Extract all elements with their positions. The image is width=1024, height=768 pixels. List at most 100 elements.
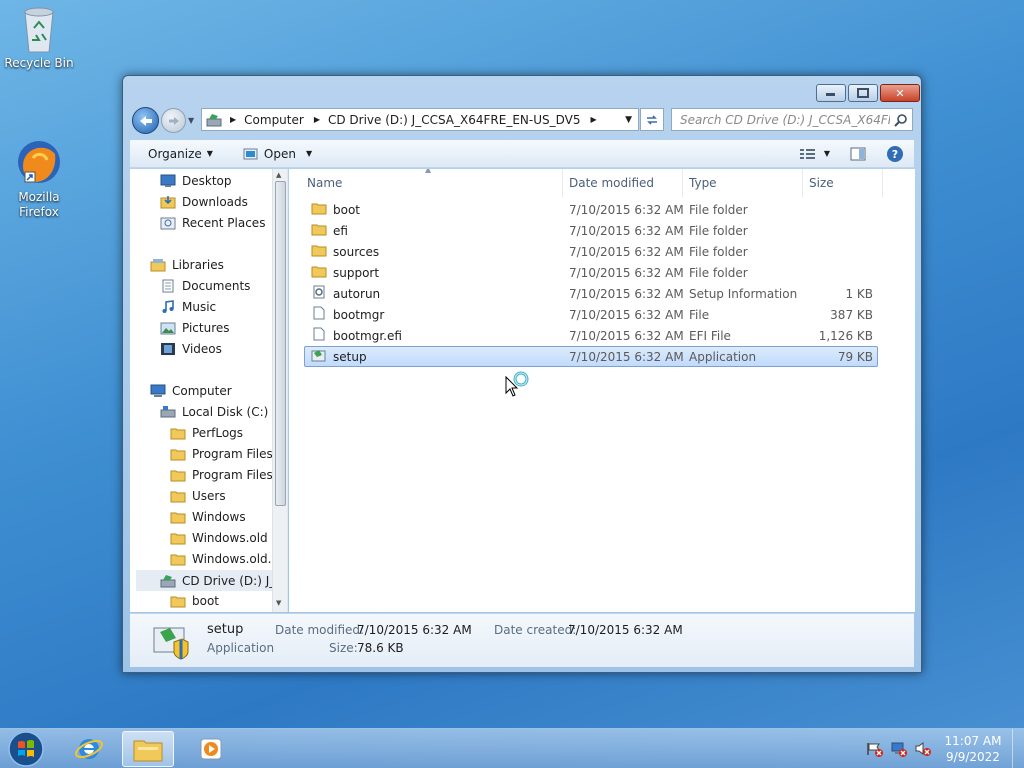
nav-item-local-disk[interactable]: Local Disk (C:) xyxy=(160,402,268,422)
file-name-cell: autorun xyxy=(311,285,380,302)
preview-pane-button[interactable] xyxy=(840,147,876,161)
column-header-size[interactable]: Size xyxy=(803,169,883,197)
breadcrumb-computer[interactable]: Computer xyxy=(244,113,304,127)
videos-icon xyxy=(161,343,175,355)
address-dropdown-icon[interactable]: ▼ xyxy=(625,115,632,125)
file-row[interactable]: sources 7/10/2015 6:32 AM File folder xyxy=(304,241,878,262)
nav-item-folder[interactable]: Users xyxy=(170,486,226,506)
breadcrumb-arrow-icon[interactable]: ▶ xyxy=(230,115,236,124)
nav-item-folder[interactable]: Program Files ( xyxy=(170,465,281,485)
file-row[interactable]: boot 7/10/2015 6:32 AM File folder xyxy=(304,199,878,220)
setup-app-icon xyxy=(243,148,258,159)
nav-item-desktop[interactable]: Desktop xyxy=(160,171,232,191)
details-pane: setup Application Date modified: 7/10/20… xyxy=(130,613,914,667)
file-date: 7/10/2015 6:32 AM xyxy=(569,202,684,217)
start-button[interactable] xyxy=(4,729,48,768)
file-list[interactable]: Name ▲ Date modified Type Size boot 7/10/… xyxy=(289,169,915,612)
nav-item-videos[interactable]: Videos xyxy=(160,339,222,359)
file-name: bootmgr xyxy=(333,307,385,322)
scroll-up-icon[interactable]: ▲ xyxy=(276,171,281,179)
navigation-pane[interactable]: Desktop Downloads Recent Places Librarie… xyxy=(130,169,288,612)
file-row[interactable]: support 7/10/2015 6:32 AM File folder xyxy=(304,262,878,283)
network-icon[interactable] xyxy=(890,741,908,757)
breadcrumb-cd-drive[interactable]: CD Drive (D:) J_CCSA_X64FRE_EN-US_DV5 xyxy=(328,113,581,127)
scroll-thumb[interactable] xyxy=(275,181,286,506)
folder-icon xyxy=(170,470,186,482)
nav-item-recent-places[interactable]: Recent Places xyxy=(160,213,265,233)
nav-item-downloads[interactable]: Downloads xyxy=(160,192,248,212)
volume-muted-icon[interactable] xyxy=(914,741,932,757)
file-date: 7/10/2015 6:32 AM xyxy=(569,223,684,238)
file-name: boot xyxy=(333,202,361,217)
nav-item-folder[interactable]: Windows.old xyxy=(170,528,268,548)
recent-places-icon xyxy=(160,217,176,230)
file-type: Application xyxy=(689,349,757,364)
file-row[interactable]: efi 7/10/2015 6:32 AM File folder xyxy=(304,220,878,241)
address-bar[interactable]: ▶ Computer ▶ CD Drive (D:) J_CCSA_X64FRE… xyxy=(201,108,639,131)
pictures-icon xyxy=(160,322,176,335)
back-button[interactable] xyxy=(132,107,159,134)
nav-label: Windows.old xyxy=(192,531,268,545)
file-type: File folder xyxy=(689,223,748,238)
folder-icon xyxy=(170,596,186,608)
help-button[interactable]: ? xyxy=(876,145,914,163)
busy-cursor-icon xyxy=(505,371,529,397)
desktop-icon xyxy=(160,174,176,187)
taskbar-windows-explorer[interactable] xyxy=(122,731,174,767)
desktop-icon-firefox[interactable]: Mozilla Firefox xyxy=(4,108,74,235)
search-input[interactable]: Search CD Drive (D:) J_CCSA_X64FRE_... xyxy=(671,108,913,131)
file-row[interactable]: bootmgr 7/10/2015 6:32 AM File 387 KB xyxy=(304,304,878,325)
preview-pane-icon xyxy=(850,147,866,160)
nav-item-documents[interactable]: Documents xyxy=(160,276,250,296)
file-name-cell: bootmgr xyxy=(311,306,384,323)
file-name-cell: boot xyxy=(311,201,360,218)
nav-item-folder[interactable]: Windows xyxy=(170,507,246,527)
chevron-down-icon: ▼ xyxy=(206,149,213,158)
column-header-type[interactable]: Type xyxy=(683,169,803,197)
file-row[interactable]: autorun 7/10/2015 6:32 AM Setup Informatio… xyxy=(304,283,878,304)
details-date-created: 7/10/2015 6:32 AM xyxy=(568,623,683,637)
organize-button[interactable]: Organize ▼ xyxy=(138,147,223,161)
minimize-button[interactable] xyxy=(816,84,846,102)
chevron-down-icon: ▼ xyxy=(823,149,830,158)
scroll-down-icon[interactable]: ▼ xyxy=(276,599,281,607)
file-size: 1,126 KB xyxy=(818,328,873,343)
nav-item-cd-drive[interactable]: CD Drive (D:) J_C xyxy=(136,570,284,591)
nav-item-libraries[interactable]: Libraries xyxy=(150,255,224,275)
desktop-icon-recycle-bin[interactable]: Recycle Bin xyxy=(4,6,74,71)
column-label: Name xyxy=(307,176,343,190)
show-desktop-button[interactable] xyxy=(1012,729,1024,768)
file-row[interactable]: bootmgr.efi 7/10/2015 6:32 AM EFI File 1,12… xyxy=(304,325,878,346)
details-file-name: setup xyxy=(207,622,244,637)
nav-item-pictures[interactable]: Pictures xyxy=(160,318,230,338)
recent-pages-button[interactable]: ▼ xyxy=(188,116,194,125)
breadcrumb-arrow-icon[interactable]: ▶ xyxy=(591,115,597,124)
nav-item-computer[interactable]: Computer xyxy=(150,381,232,401)
column-header-date[interactable]: Date modified xyxy=(563,169,683,197)
nav-item-folder[interactable]: Program Files xyxy=(170,444,273,464)
refresh-button[interactable] xyxy=(640,108,664,131)
file-row[interactable]: setup 7/10/2015 6:32 AM Application 79 KB xyxy=(304,346,878,367)
column-header-name[interactable]: Name ▲ xyxy=(301,169,563,197)
folder-icon xyxy=(170,554,186,566)
close-button[interactable]: ✕ xyxy=(880,84,920,102)
nav-item-folder[interactable]: Windows.old.0 xyxy=(170,549,279,569)
taskbar-media-player[interactable] xyxy=(188,731,234,767)
column-label: Type xyxy=(689,176,717,190)
clock[interactable]: 11:07 AM 9/9/2022 xyxy=(940,733,1006,765)
nav-item-folder[interactable]: PerfLogs xyxy=(170,423,243,443)
nav-item-boot[interactable]: boot xyxy=(170,591,219,611)
forward-button[interactable] xyxy=(161,108,186,133)
open-button[interactable]: Open ▼ xyxy=(233,147,322,161)
nav-scrollbar[interactable]: ▲ ▼ xyxy=(272,169,287,612)
nav-label: Videos xyxy=(182,342,222,356)
nav-label: Windows xyxy=(192,510,246,524)
folder-icon xyxy=(170,533,186,545)
nav-label: PerfLogs xyxy=(192,426,244,440)
nav-item-music[interactable]: Music xyxy=(160,297,216,317)
change-view-button[interactable]: ▼ xyxy=(790,148,840,160)
action-center-icon[interactable] xyxy=(866,741,884,757)
maximize-button[interactable] xyxy=(848,84,878,102)
breadcrumb-arrow-icon[interactable]: ▶ xyxy=(314,115,320,124)
taskbar-internet-explorer[interactable] xyxy=(66,731,112,767)
